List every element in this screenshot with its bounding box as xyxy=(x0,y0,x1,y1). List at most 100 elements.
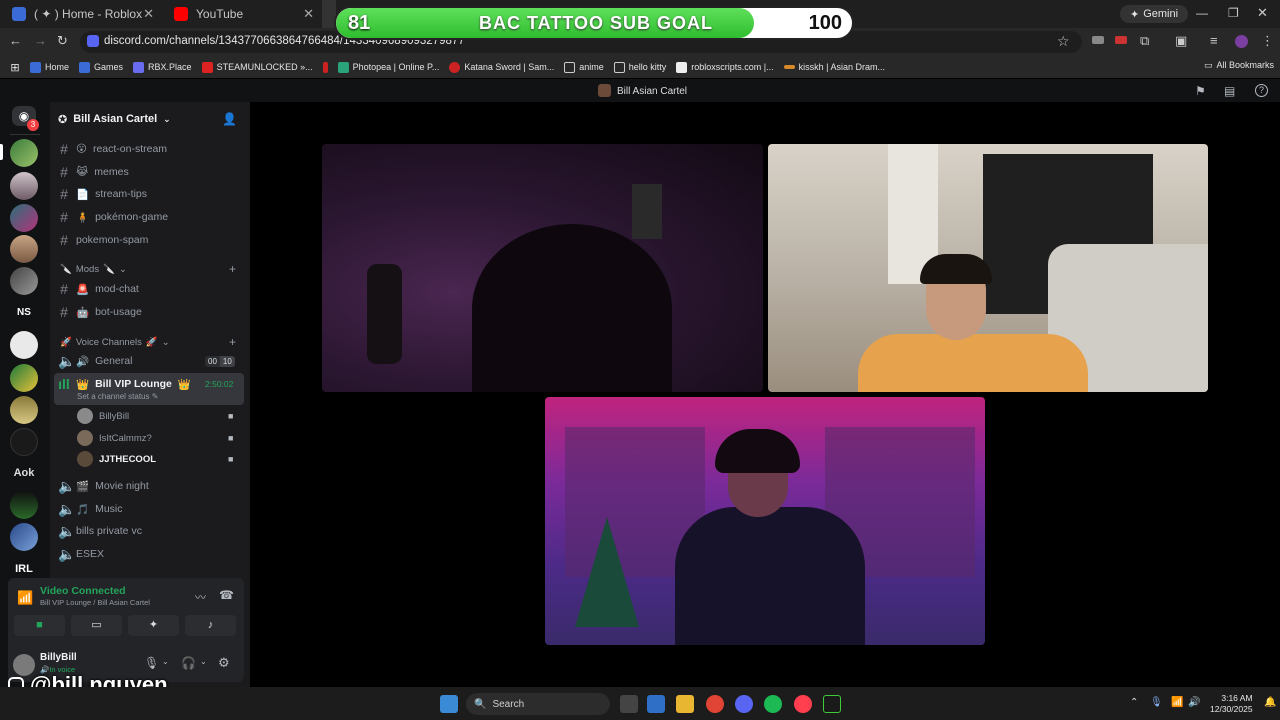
bookmark-item[interactable]: Katana Sword | Sam... xyxy=(449,61,554,73)
bookmark-item[interactable]: Photopea | Online P... xyxy=(337,61,439,73)
all-bookmarks-button[interactable]: ▭ All Bookmarks xyxy=(1204,60,1274,71)
activities-button[interactable]: ✦ xyxy=(128,615,179,636)
bookmark-item[interactable]: RBX.Place xyxy=(133,61,192,73)
close-window-icon[interactable]: ✕ xyxy=(1257,5,1268,21)
wifi-icon[interactable]: 📶 xyxy=(1171,697,1183,708)
voice-member[interactable]: JJTHECOOL xyxy=(77,451,156,467)
extension-icon[interactable] xyxy=(1115,36,1127,44)
chevron-down-icon[interactable]: ⌄ xyxy=(162,657,169,666)
reload-icon[interactable]: ↻ xyxy=(57,33,68,49)
microphone-icon[interactable]: 🎙 xyxy=(144,656,159,670)
bookmark-item[interactable]: robloxscripts.com |... xyxy=(676,61,774,73)
voice-channel-bills-private[interactable]: 🔈 bills private vc xyxy=(58,520,243,542)
microphone-tray-icon[interactable]: 🎙 xyxy=(1150,697,1163,708)
server-header[interactable]: ✪ Bill Asian Cartel ⌄ xyxy=(58,111,248,127)
inbox-icon[interactable]: ▤ xyxy=(1224,84,1235,98)
discord-icon[interactable] xyxy=(735,695,753,713)
channel-bot-usage[interactable]: # 🤖 bot-usage xyxy=(58,301,243,323)
store-icon[interactable] xyxy=(647,695,665,713)
app-icon[interactable] xyxy=(823,695,841,713)
bookmark-folder[interactable]: anime xyxy=(564,61,604,73)
tab-roblox[interactable]: ( ✦ ) Home - Roblox ✕ xyxy=(0,0,162,28)
chevron-down-icon[interactable]: ⌄ xyxy=(200,657,207,666)
more-menu-icon[interactable]: ⋮ xyxy=(1261,33,1274,49)
server-bill-asian-cartel[interactable] xyxy=(10,139,38,167)
headphones-icon[interactable]: 🎧 xyxy=(181,656,196,670)
server-icon[interactable] xyxy=(10,204,38,232)
video-tile-participant[interactable] xyxy=(545,397,985,645)
apps-grid-icon[interactable]: ⊞ xyxy=(0,61,30,74)
channel-stream-tips[interactable]: # 📄 stream-tips xyxy=(58,183,243,205)
back-icon[interactable]: ← xyxy=(9,33,22,48)
voice-member[interactable]: IsItCalmmz? xyxy=(77,430,152,446)
server-icon[interactable] xyxy=(10,428,38,456)
bookmark-item[interactable] xyxy=(322,61,328,73)
bookmark-star-icon[interactable]: ☆ xyxy=(1057,33,1070,50)
bookmark-item[interactable]: Games xyxy=(79,61,123,73)
screen-share-button[interactable]: ▭ xyxy=(71,615,122,636)
server-icon[interactable] xyxy=(10,172,38,200)
notifications-icon[interactable]: 🔔 xyxy=(1264,697,1276,708)
taskbar-search[interactable]: 🔍 Search xyxy=(466,693,610,715)
channel-pokemon-spam[interactable]: # pokemon-spam xyxy=(58,229,243,251)
server-icon[interactable] xyxy=(10,396,38,424)
profile-avatar[interactable] xyxy=(1235,35,1248,48)
noise-suppression-icon[interactable]: 〰 xyxy=(195,589,206,605)
soundboard-button[interactable]: ♪ xyxy=(185,615,236,636)
bookmark-item[interactable]: STEAMUNLOCKED »... xyxy=(201,61,313,73)
voice-channel-movie-night[interactable]: 🔈 🎬 Movie night xyxy=(58,475,243,497)
video-tile-participant[interactable] xyxy=(322,144,763,392)
server-icon[interactable]: NS xyxy=(10,299,38,327)
server-icon[interactable] xyxy=(10,523,38,551)
media-controls-icon[interactable]: ≡ xyxy=(1210,33,1218,48)
file-explorer-icon[interactable] xyxy=(676,695,694,713)
forward-icon[interactable]: → xyxy=(34,33,47,48)
tray-chevron-icon[interactable]: ⌃ xyxy=(1130,697,1138,708)
server-icon[interactable] xyxy=(10,331,38,359)
start-icon[interactable] xyxy=(440,695,458,713)
voice-channel-esex[interactable]: 🔈 ESEX xyxy=(58,543,243,565)
channel-pokemon-game[interactable]: # 🧍 pokémon-game xyxy=(58,206,243,228)
settings-gear-icon[interactable]: ⚙ xyxy=(218,655,230,671)
extension-icon[interactable] xyxy=(1092,36,1104,44)
camera-toggle-button[interactable]: ■ xyxy=(14,615,65,636)
bookmark-item[interactable]: Home xyxy=(30,61,69,73)
voice-channel-music[interactable]: 🔈 🎵 Music xyxy=(58,498,243,520)
close-tab-icon[interactable]: ✕ xyxy=(143,6,154,22)
opera-icon[interactable] xyxy=(794,695,812,713)
channel-memes[interactable]: # 😹 memes xyxy=(58,161,243,183)
server-icon[interactable] xyxy=(10,491,38,519)
tab-search-icon[interactable]: ▣ xyxy=(1175,33,1187,49)
close-tab-icon[interactable]: ✕ xyxy=(303,6,314,22)
spotify-icon[interactable] xyxy=(764,695,782,713)
extensions-puzzle-icon[interactable]: ⧉ xyxy=(1140,33,1149,49)
category-voice-channels[interactable]: 🚀 Voice Channels 🚀 ⌄ xyxy=(60,337,170,348)
volume-icon[interactable]: 🔊 xyxy=(1188,697,1200,708)
tab-youtube[interactable]: YouTube ✕ xyxy=(162,0,322,28)
channel-mod-chat[interactable]: # 🚨 mod-chat xyxy=(58,278,243,300)
disconnect-icon[interactable]: ☎ xyxy=(219,588,234,602)
bookmark-item[interactable]: kisskh | Asian Dram... xyxy=(783,62,885,72)
channel-react-on-stream[interactable]: # 😮 react-on-stream xyxy=(58,138,243,160)
flag-icon[interactable]: ⚑ xyxy=(1195,84,1206,98)
site-info-icon[interactable] xyxy=(87,35,99,47)
voice-member[interactable]: BillyBill xyxy=(77,408,129,424)
category-mods[interactable]: 🔪 Mods 🔪 ⌄ xyxy=(60,264,127,275)
help-icon[interactable]: ? xyxy=(1255,84,1268,97)
bookmark-folder[interactable]: hello kitty xyxy=(613,61,666,73)
server-icon[interactable]: Aok xyxy=(10,459,38,487)
invite-people-icon[interactable]: 👤 xyxy=(222,112,237,126)
gemini-button[interactable]: ✦ Gemini xyxy=(1120,5,1189,23)
create-channel-icon[interactable]: + xyxy=(229,262,236,276)
server-icon[interactable] xyxy=(10,235,38,263)
signal-icon[interactable]: 📶 xyxy=(17,590,33,606)
channel-status[interactable]: Set a channel status ✎ xyxy=(77,392,158,401)
maximize-window-icon[interactable]: ❐ xyxy=(1228,6,1239,20)
video-tile-participant[interactable] xyxy=(768,144,1208,392)
taskbar-clock[interactable]: 3:16 AM 12/30/2025 xyxy=(1210,693,1253,715)
task-view-icon[interactable] xyxy=(620,695,638,713)
server-icon[interactable] xyxy=(10,364,38,392)
chrome-icon[interactable] xyxy=(706,695,724,713)
server-icon[interactable] xyxy=(10,267,38,295)
create-channel-icon[interactable]: + xyxy=(229,335,236,349)
